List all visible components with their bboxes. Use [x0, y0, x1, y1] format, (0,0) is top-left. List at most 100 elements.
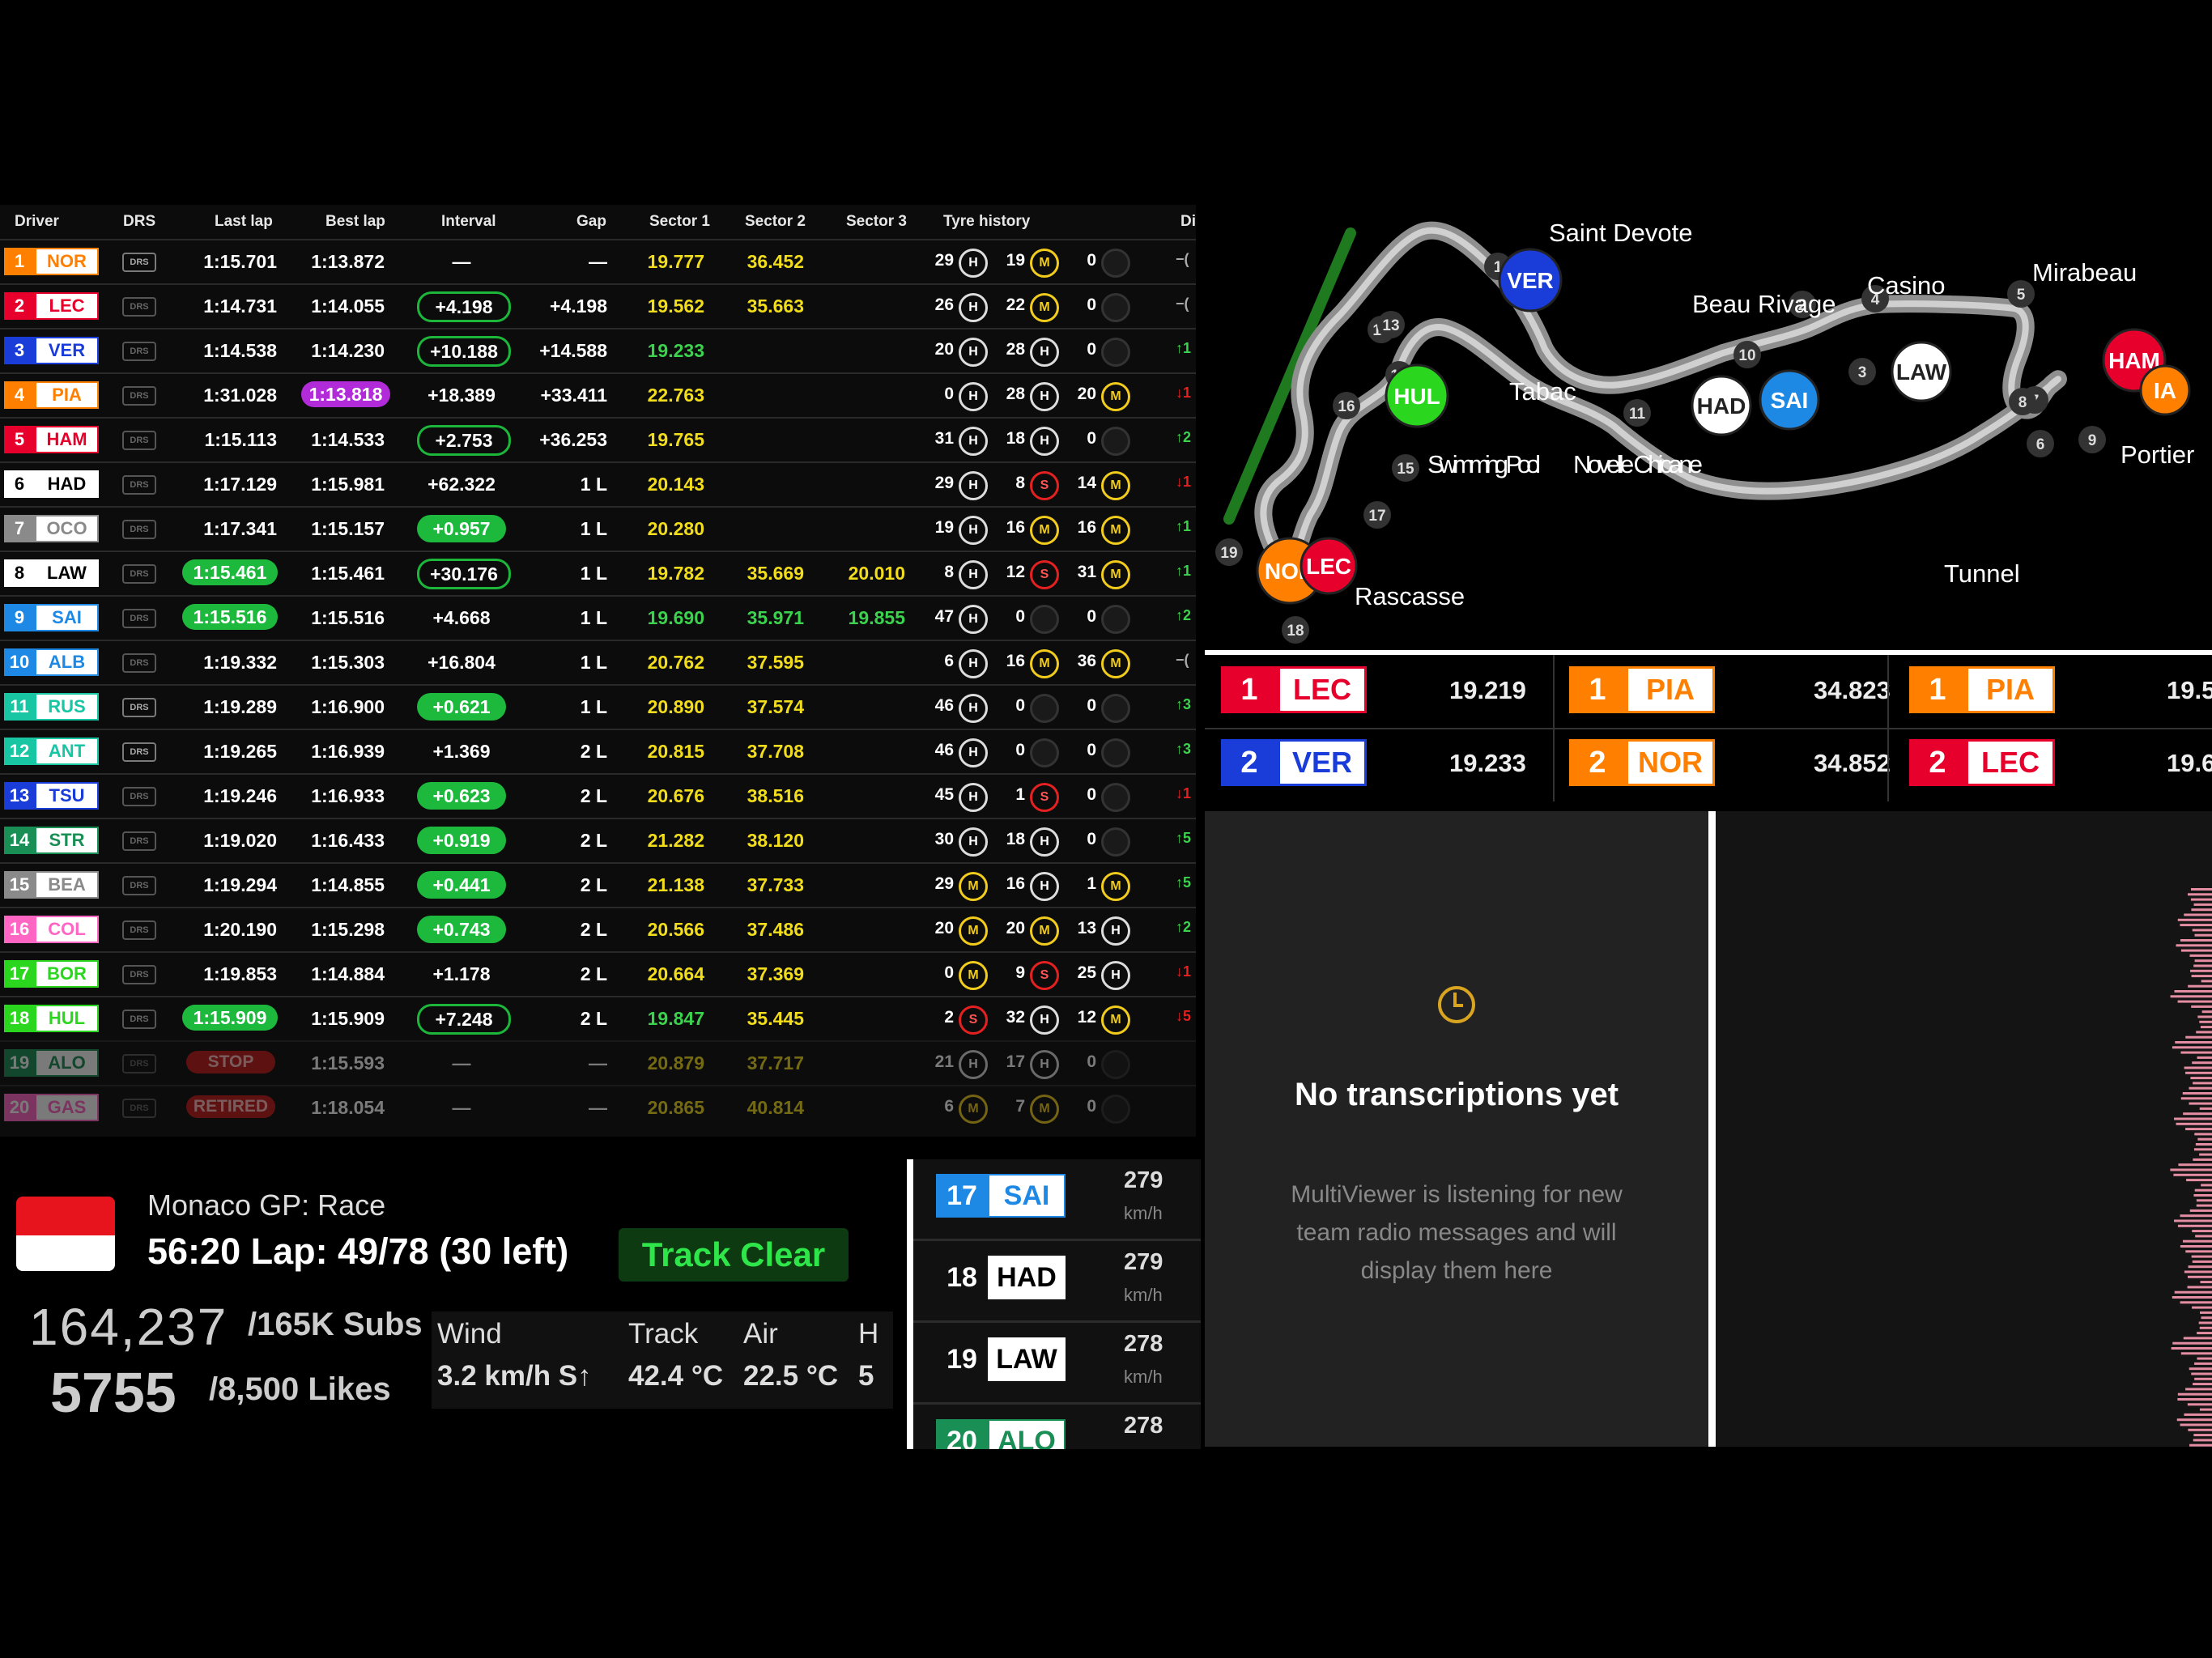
column-header[interactable]: Interval — [441, 213, 496, 231]
driver-code[interactable]: PIA — [35, 381, 99, 409]
position-change: −( — [1176, 251, 1189, 267]
air-temp-value: 22.5 °C — [743, 1360, 839, 1392]
waveform-bar — [2191, 1005, 2212, 1008]
driver-code[interactable]: OCO — [35, 515, 99, 542]
sector-leader-cell[interactable]: 2LEC 19.646 — [1909, 721, 2212, 794]
driver-code[interactable]: ALB — [35, 648, 99, 676]
column-header[interactable]: Sector 2 — [745, 213, 806, 231]
subs-goal: /165K Subs — [248, 1307, 423, 1342]
driver-code[interactable]: BOR — [35, 960, 99, 988]
table-row[interactable]: 6 HAD DRS 1:17.129 1:15.981 +62.322 1 L 20.143 2… — [0, 461, 1196, 505]
table-row[interactable]: 3 VER DRS 1:14.538 1:14.230 +10.188 +14.588 19.… — [0, 328, 1196, 372]
driver-code[interactable]: STR — [35, 827, 99, 854]
column-header[interactable]: DRS — [123, 213, 155, 231]
speed-driver-code: LAW — [988, 1337, 1066, 1381]
tyre-stint: 6M — [923, 1095, 988, 1124]
sector-1: 19.765 — [647, 429, 704, 450]
table-row[interactable]: 13 TSU DRS 1:19.246 1:16.933 +0.623 2 L 20.676 3… — [0, 773, 1196, 817]
gap: +33.411 — [540, 385, 607, 406]
corner-label: Novelle Chicane — [1573, 450, 1703, 478]
table-row[interactable]: 5 HAM DRS 1:15.113 1:14.533 +2.753 +36.253 19.7… — [0, 417, 1196, 461]
sector-leader-cell[interactable]: 2 NOR 34.852 — [1569, 721, 1893, 794]
turn-number: 9 — [2088, 432, 2097, 449]
column-header[interactable]: Sector 3 — [846, 213, 907, 231]
waveform-bar — [2193, 1383, 2212, 1386]
table-row[interactable]: 1 NOR DRS 1:15.701 1:13.872 — — 19.777 36.452 29 H… — [0, 239, 1196, 283]
driver-code[interactable]: NOR — [35, 248, 99, 275]
driver-code[interactable]: ALO — [35, 1049, 99, 1077]
driver-code[interactable]: SAI — [35, 604, 99, 631]
tyre-compound-icon: H — [1030, 427, 1059, 456]
table-row[interactable]: 4 PIA DRS 1:31.028 1:13.818 +18.389 +33.411 22.… — [0, 372, 1196, 416]
driver-code[interactable]: ANT — [35, 738, 99, 765]
corner-label: Beau Rivage — [1692, 290, 1836, 318]
column-header[interactable]: Di — [1180, 213, 1196, 231]
waveform-bar — [2200, 1311, 2212, 1314]
table-row[interactable]: 18 HUL DRS 1:15.909 1:15.909 +7.248 2 L 19.847 3… — [0, 996, 1196, 1039]
table-row[interactable]: 20 GAS DRS RETIRED 1:18.054— —20.865 40.814 6 M 7… — [0, 1085, 1196, 1129]
waveform-bar — [2188, 1428, 2212, 1431]
sector-2: 37.708 — [747, 741, 804, 762]
table-row[interactable]: 7 OCO DRS 1:17.341 1:15.157 +0.957 1 L 20.280 19… — [0, 506, 1196, 550]
driver-code[interactable]: TSU — [35, 782, 99, 810]
table-row[interactable]: 19 ALO DRS STOP 1:15.593 — — 20.879 37.717 21 H 17 H… — [0, 1040, 1196, 1084]
speed-trap-row[interactable]: 17 SAI 279 km/h — [913, 1159, 1201, 1241]
speed-trap-row[interactable]: 18 HAD 279 km/h — [913, 1239, 1201, 1323]
table-row[interactable]: 16 COL DRS 1:20.190 1:15.298 +0.743 2 L 20.566 3… — [0, 907, 1196, 950]
tyre-laps: 14 — [1077, 474, 1096, 492]
sector-leader-cell[interactable]: 1PIA 19.524 — [1909, 648, 2212, 721]
driver-code[interactable]: BEA — [35, 871, 99, 899]
column-header[interactable]: Gap — [576, 213, 606, 231]
speed-trap-row[interactable]: 19 LAW 278 km/h — [913, 1321, 1201, 1405]
sector-1: 20.879 — [647, 1052, 704, 1073]
waveform-bar — [2194, 1133, 2212, 1136]
column-header[interactable]: Last lap — [215, 213, 273, 231]
speed-trap-row[interactable]: 20ALO 278 km/h — [913, 1403, 1201, 1449]
table-row[interactable]: 9 SAI DRS 1:15.516 1:15.516 +4.668 1 L 19.690 35… — [0, 595, 1196, 639]
sector-leader-cell[interactable]: 1 PIA 34.823 — [1569, 648, 1893, 721]
waveform-svg — [2170, 888, 2212, 1447]
driver-code[interactable]: LAW — [35, 559, 99, 587]
table-row[interactable]: 10 ALB DRS 1:19.332 1:15.303 +16.804 1 L 20.762… — [0, 640, 1196, 683]
tyre-stint: 0 — [994, 694, 1059, 723]
turn-number: 8 — [2018, 394, 2027, 411]
driver-code[interactable]: COL — [35, 916, 99, 943]
table-row[interactable]: 8 LAW DRS 1:15.461 1:15.461 +30.176 1 L 19.782 3… — [0, 551, 1196, 594]
tyre-stint: 0 — [1066, 783, 1130, 812]
corner-label: Tunnel — [1944, 559, 2020, 588]
waveform-bar — [2189, 1102, 2212, 1105]
column-header[interactable]: Sector 1 — [649, 213, 710, 231]
tyre-stint: 47 H — [923, 605, 988, 634]
waveform-bar — [2189, 1209, 2212, 1212]
lap-counter: 56:20 Lap: 49/78 (30 left) — [147, 1231, 569, 1272]
wind-label: Wind — [437, 1318, 502, 1350]
table-row[interactable]: 17 BOR DRS 1:19.853 1:14.884 +1.178 2 L 20.664 3… — [0, 951, 1196, 995]
driver-code[interactable]: VER — [35, 337, 99, 364]
driver-code[interactable]: GAS — [35, 1094, 99, 1121]
tyre-stint: 18 H — [994, 427, 1059, 456]
driver-code[interactable]: HUL — [35, 1005, 99, 1032]
sector-leader-cell[interactable]: 1 LEC 19.219 — [1221, 648, 1545, 721]
waveform-bar — [2177, 1392, 2212, 1396]
track-temp-label: Track — [628, 1318, 699, 1350]
tyre-compound-icon: H — [1030, 1050, 1059, 1079]
driver-code[interactable]: RUS — [35, 693, 99, 721]
waveform-bar — [2194, 1377, 2212, 1380]
table-row[interactable]: 2 LEC DRS 1:14.731 1:14.055 +4.198 +4.198 19.56… — [0, 283, 1196, 327]
table-row[interactable]: 15 BEA DRS 1:19.294 1:14.855 +0.441 2 L 21.138 3… — [0, 862, 1196, 906]
tyre-stint: 14 M — [1066, 471, 1130, 500]
car-code: VER — [1507, 268, 1554, 293]
waveform-bar — [2184, 1270, 2212, 1273]
table-row[interactable]: 14 STR DRS 1:19.020 1:16.433 +0.919 2 L 21.282 3… — [0, 818, 1196, 861]
driver-code[interactable]: HAD — [35, 470, 99, 498]
best-lap: 1:13.818 — [301, 381, 390, 407]
driver-code[interactable]: LEC — [35, 292, 99, 320]
column-header[interactable]: Driver — [15, 213, 59, 231]
table-row[interactable]: 12 ANT DRS 1:19.265 1:16.939 +1.369 2 L 20.815 3… — [0, 729, 1196, 772]
sector-leader-cell[interactable]: 2 VER 19.233 — [1221, 721, 1545, 794]
position-change: ↑2 — [1176, 919, 1192, 935]
column-header[interactable]: Tyre history — [943, 213, 1030, 231]
column-header[interactable]: Best lap — [325, 213, 385, 231]
driver-code[interactable]: HAM — [35, 426, 99, 453]
table-row[interactable]: 11 RUS DRS 1:19.289 1:16.900 +0.621 1 L 20.890 3… — [0, 684, 1196, 728]
